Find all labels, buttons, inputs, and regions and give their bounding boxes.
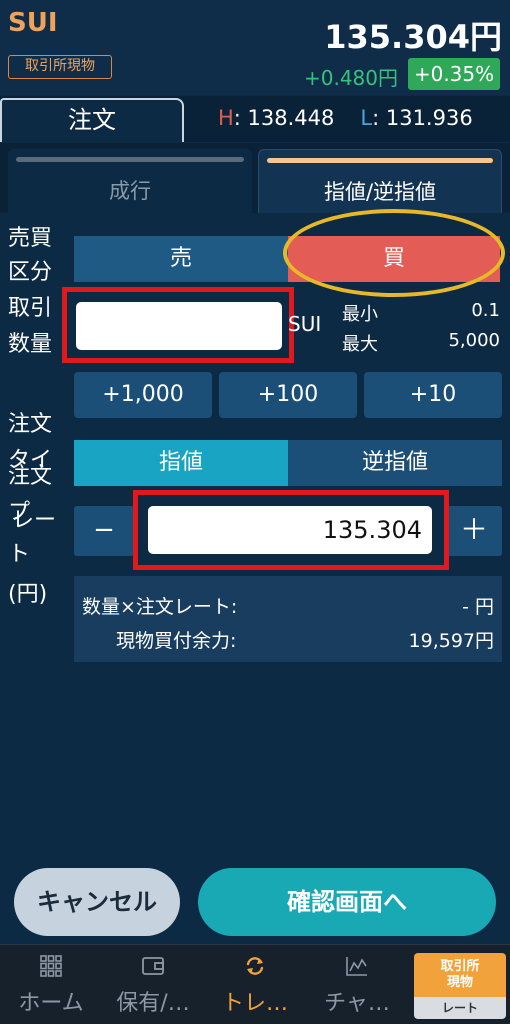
increment-1000-button[interactable]: +1,000 xyxy=(74,372,212,418)
rate-label-line1: 注文 xyxy=(8,412,53,437)
nav-chart-label: チャ… xyxy=(324,991,390,1016)
tab-limit-stop-label: 指値/逆指値 xyxy=(323,180,437,204)
current-price: 135.304円 xyxy=(324,18,502,56)
rate-increment-button[interactable]: ＋ xyxy=(446,506,502,556)
limit-order-toggle[interactable]: 指値 xyxy=(74,440,288,486)
price-change: +0.480円 xyxy=(303,66,398,90)
tab-market-order-label: 成行 xyxy=(109,179,151,203)
nav-trade-label: トレ… xyxy=(221,991,288,1016)
rate-label-line7: (円) xyxy=(8,582,48,607)
nav-trade[interactable]: トレ… xyxy=(204,945,306,1024)
available-funds-value: 19,597円 xyxy=(408,630,494,652)
qty-rate-label: 数量×注文レート: xyxy=(82,596,238,618)
rate-button[interactable]: 取引所 現物 レート xyxy=(414,953,506,1019)
available-funds-label: 現物買付余力: xyxy=(116,630,237,652)
rate-label-line3: 注文 xyxy=(8,464,53,489)
highlight-frame-rate xyxy=(133,490,449,570)
max-value: 5,000 xyxy=(448,330,500,351)
nav-holdings[interactable]: 保有/… xyxy=(102,945,204,1024)
low-value: : 131.936 xyxy=(372,106,473,130)
grid-icon xyxy=(0,955,102,982)
rate-button-top: 取引所 現物 xyxy=(414,953,506,997)
confirm-button[interactable]: 確認画面へ xyxy=(198,868,496,936)
order-summary: 数量×注文レート: - 円 現物買付余力: 19,597円 xyxy=(74,576,502,662)
refresh-icon xyxy=(204,955,306,982)
rate-button-line2: 現物 xyxy=(446,975,473,990)
low-label: L xyxy=(360,106,373,130)
market-badge: 取引所現物 xyxy=(8,55,112,79)
high-label: H xyxy=(218,106,234,130)
rate-label-line6: ト xyxy=(8,542,31,567)
min-label: 最小 xyxy=(342,304,378,325)
chart-icon xyxy=(306,955,408,982)
max-label: 最大 xyxy=(342,334,378,355)
quantity-label-line1: 取引 xyxy=(8,296,53,321)
tab-order[interactable]: 注文 xyxy=(0,98,184,142)
increment-100-button[interactable]: +100 xyxy=(219,372,357,418)
quantity-unit: SUI xyxy=(288,312,322,336)
nav-home-label: ホーム xyxy=(18,991,84,1016)
order-type-tabs: 成行 指値/逆指値 xyxy=(0,143,510,213)
increment-10-button[interactable]: +10 xyxy=(364,372,502,418)
rate-decrement-button[interactable]: − xyxy=(74,506,134,556)
side-label-line2: 区分 xyxy=(8,260,53,285)
nav-holdings-label: 保有/… xyxy=(116,991,190,1016)
rate-button-line3: レート xyxy=(414,997,506,1019)
wallet-icon xyxy=(102,955,204,982)
min-value: 0.1 xyxy=(471,300,500,321)
rate-button-line1: 取引所 xyxy=(440,959,480,974)
high-low-display: H: 138.448 L: 131.936 xyxy=(218,106,473,130)
order-tab-row: 注文 H: 138.448 L: 131.936 xyxy=(0,96,510,142)
tab-limit-stop-order[interactable]: 指値/逆指値 xyxy=(258,149,502,213)
cancel-button[interactable]: キャンセル xyxy=(14,868,180,936)
high-value: : 138.448 xyxy=(233,106,335,130)
side-label-line1: 売買 xyxy=(8,226,53,251)
price-change-percent: +0.35% xyxy=(408,58,500,90)
qty-rate-value: - 円 xyxy=(462,596,494,618)
symbol-label: SUI xyxy=(8,8,58,38)
nav-home[interactable]: ホーム xyxy=(0,945,102,1024)
quantity-label-line2: 数量 xyxy=(8,332,53,357)
instrument-header: SUI 取引所現物 135.304円 +0.480円 +0.35% xyxy=(0,0,510,95)
highlight-frame-quantity xyxy=(62,287,294,363)
tab-indicator xyxy=(16,157,244,162)
highlight-circle xyxy=(283,209,505,297)
sell-button[interactable]: 売 xyxy=(74,236,288,282)
stop-order-toggle[interactable]: 逆指値 xyxy=(288,440,502,486)
bottom-nav: ホーム 保有/… トレ… チャ… 取引所 現物 レート xyxy=(0,944,510,1024)
tab-indicator-active xyxy=(267,158,493,163)
tab-market-order[interactable]: 成行 xyxy=(8,149,252,213)
rate-label-line5: レー xyxy=(12,508,57,533)
nav-chart[interactable]: チャ… xyxy=(306,945,408,1024)
